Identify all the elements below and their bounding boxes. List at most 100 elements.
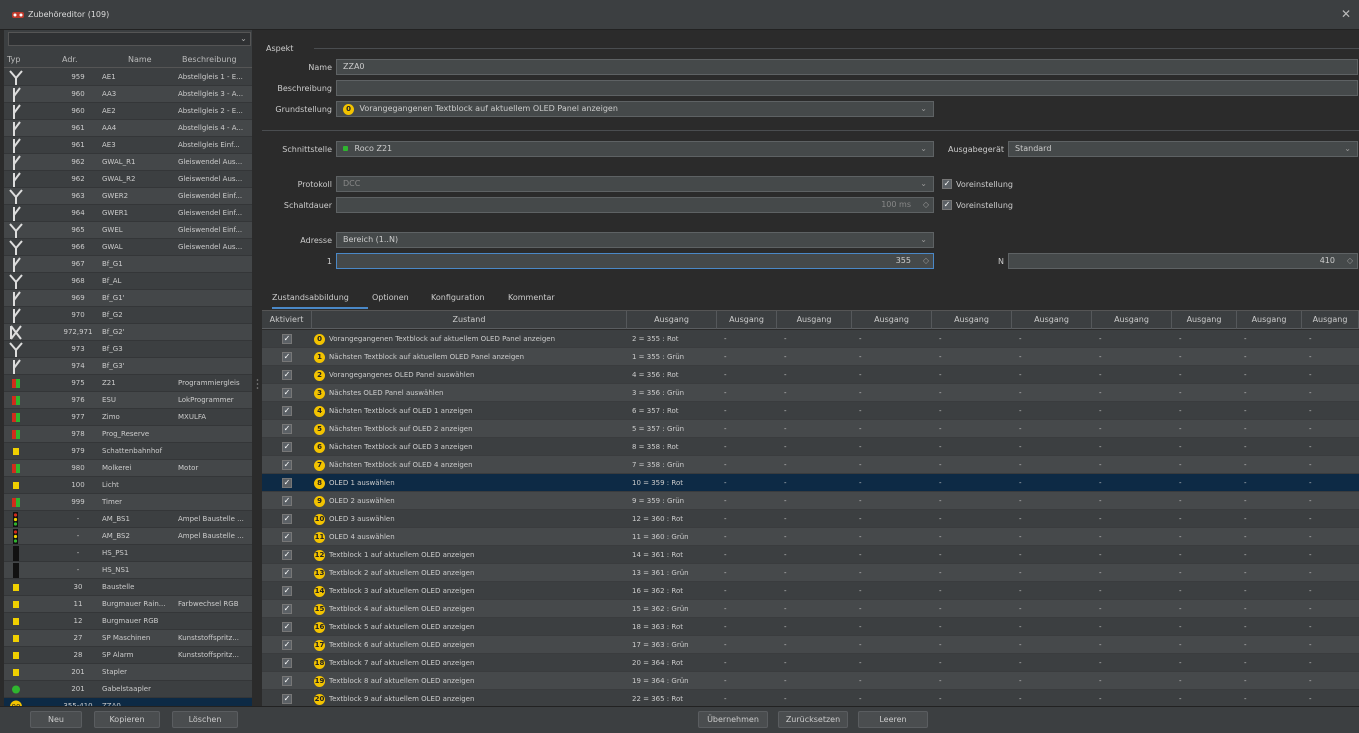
output-cell[interactable]: - xyxy=(1309,546,1358,564)
clear-button[interactable]: Leeren xyxy=(858,711,928,728)
output-cell[interactable]: - xyxy=(1179,618,1236,636)
output-cell[interactable]: - xyxy=(1179,438,1236,456)
output-cell[interactable]: - xyxy=(724,690,776,706)
output-cell[interactable]: - xyxy=(1244,348,1301,366)
output-cell[interactable]: - xyxy=(1099,348,1171,366)
output-cell[interactable]: - xyxy=(939,582,1011,600)
activated-checkbox[interactable]: ✓ xyxy=(282,694,292,704)
output-cell[interactable]: - xyxy=(1244,582,1301,600)
accessory-row[interactable]: 979 Schattenbahnhof xyxy=(4,443,252,460)
output-cell[interactable]: - xyxy=(1019,456,1091,474)
output-cell[interactable]: - xyxy=(1019,564,1091,582)
output-cell[interactable]: - xyxy=(724,420,776,438)
output-cell[interactable]: - xyxy=(1099,600,1171,618)
output-cell[interactable]: 10 = 359 : Rot xyxy=(632,474,717,492)
output-cell[interactable]: - xyxy=(1179,528,1236,546)
output-cell[interactable]: - xyxy=(939,636,1011,654)
accessory-row[interactable]: 12 Burgmauer RGB xyxy=(4,613,252,630)
output-cell[interactable]: - xyxy=(1099,618,1171,636)
output-cell[interactable]: - xyxy=(784,654,851,672)
accessory-row[interactable]: 28 SP Alarm Kunststoffspritz... xyxy=(4,647,252,664)
output-cell[interactable]: - xyxy=(1244,420,1301,438)
output-cell[interactable]: - xyxy=(1179,564,1236,582)
output-cell[interactable]: - xyxy=(784,600,851,618)
table-row[interactable]: ✓ 5 Nächsten Textblock auf OLED 2 anzeigen… xyxy=(262,420,1359,438)
table-row[interactable]: ✓ 12 Textblock 1 auf aktuellem OLED anzeig… xyxy=(262,546,1359,564)
output-cell[interactable]: - xyxy=(939,654,1011,672)
output-cell[interactable]: - xyxy=(1309,690,1358,706)
output-cell[interactable]: - xyxy=(1309,330,1358,348)
output-cell[interactable]: - xyxy=(1019,690,1091,706)
spinner-icon[interactable]: ◇ xyxy=(1347,254,1353,268)
output-cell[interactable]: - xyxy=(859,420,931,438)
output-cell[interactable]: 3 = 356 : Grün xyxy=(632,384,717,402)
output-cell[interactable]: - xyxy=(859,600,931,618)
output-cell[interactable]: - xyxy=(724,672,776,690)
activated-checkbox[interactable]: ✓ xyxy=(282,442,292,452)
table-row[interactable]: ✓ 4 Nächsten Textblock auf OLED 1 anzeigen… xyxy=(262,402,1359,420)
output-cell[interactable]: - xyxy=(724,366,776,384)
activated-checkbox[interactable]: ✓ xyxy=(282,550,292,560)
activated-checkbox[interactable]: ✓ xyxy=(282,514,292,524)
output-cell[interactable]: - xyxy=(859,402,931,420)
output-cell[interactable]: - xyxy=(1019,420,1091,438)
table-row[interactable]: ✓ 13 Textblock 2 auf aktuellem OLED anzeig… xyxy=(262,564,1359,582)
output-cell[interactable]: - xyxy=(1019,546,1091,564)
table-row[interactable]: ✓ 18 Textblock 7 auf aktuellem OLED anzeig… xyxy=(262,654,1359,672)
accessory-row[interactable]: 960 AE2 Abstellgleis 2 - E... xyxy=(4,103,252,120)
activated-checkbox[interactable]: ✓ xyxy=(282,604,292,614)
output-cell[interactable]: - xyxy=(1309,654,1358,672)
table-row[interactable]: ✓ 6 Nächsten Textblock auf OLED 3 anzeigen… xyxy=(262,438,1359,456)
output-cell[interactable]: - xyxy=(859,492,931,510)
accessory-row[interactable]: - AM_BS1 Ampel Baustelle ... xyxy=(4,511,252,528)
output-cell[interactable]: 16 = 362 : Rot xyxy=(632,582,717,600)
output-cell[interactable]: - xyxy=(859,528,931,546)
output-cell[interactable]: - xyxy=(1099,510,1171,528)
table-row[interactable]: ✓ 20 Textblock 9 auf aktuellem OLED anzeig… xyxy=(262,690,1359,706)
output-cell[interactable]: - xyxy=(724,564,776,582)
output-cell[interactable]: - xyxy=(859,330,931,348)
output-cell[interactable]: - xyxy=(1244,492,1301,510)
output-cell[interactable]: - xyxy=(1179,690,1236,706)
output-cell[interactable]: - xyxy=(784,456,851,474)
output-cell[interactable]: - xyxy=(1179,654,1236,672)
output-cell[interactable]: 4 = 356 : Rot xyxy=(632,366,717,384)
accessory-row[interactable]: 100 Licht xyxy=(4,477,252,494)
table-row[interactable]: ✓ 2 Vorangegangenes OLED Panel auswählen 4 … xyxy=(262,366,1359,384)
accessory-row[interactable]: 966 GWAL Gleiswendel Aus... xyxy=(4,239,252,256)
output-cell[interactable]: - xyxy=(1099,654,1171,672)
col-output[interactable]: Ausgang xyxy=(777,311,852,329)
reset-button[interactable]: Zurücksetzen xyxy=(778,711,848,728)
output-cell[interactable]: - xyxy=(1179,384,1236,402)
col-state[interactable]: Zustand xyxy=(312,311,627,329)
output-cell[interactable]: 5 = 357 : Grün xyxy=(632,420,717,438)
activated-checkbox[interactable]: ✓ xyxy=(282,676,292,686)
output-cell[interactable]: - xyxy=(939,456,1011,474)
output-cell[interactable]: - xyxy=(1019,438,1091,456)
accessory-row[interactable]: 963 GWER2 Gleiswendel Einf... xyxy=(4,188,252,205)
output-cell[interactable]: - xyxy=(1019,474,1091,492)
output-cell[interactable]: - xyxy=(1244,330,1301,348)
output-cell[interactable]: - xyxy=(724,330,776,348)
output-cell[interactable]: 17 = 363 : Grün xyxy=(632,636,717,654)
col-adr[interactable]: Adr. xyxy=(62,55,78,64)
output-cell[interactable]: - xyxy=(1019,384,1091,402)
accessory-row[interactable]: 967 Bf_G1 xyxy=(4,256,252,273)
address-mode-dropdown[interactable]: Bereich (1..N) ⌄ xyxy=(336,232,934,248)
table-row[interactable]: ✓ 11 OLED 4 auswählen 11 = 360 : Grün - - - - - -… xyxy=(262,528,1359,546)
activated-checkbox[interactable]: ✓ xyxy=(282,334,292,344)
output-cell[interactable]: - xyxy=(939,384,1011,402)
activated-checkbox[interactable]: ✓ xyxy=(282,568,292,578)
output-cell[interactable]: - xyxy=(1179,366,1236,384)
output-cell[interactable]: - xyxy=(1179,420,1236,438)
output-cell[interactable]: - xyxy=(784,618,851,636)
output-cell[interactable]: - xyxy=(1244,600,1301,618)
output-cell[interactable]: - xyxy=(1309,600,1358,618)
col-output[interactable]: Ausgang xyxy=(932,311,1012,329)
tab-configuration[interactable]: Konfiguration xyxy=(431,293,485,302)
output-cell[interactable]: - xyxy=(1179,636,1236,654)
accessory-row[interactable]: 973 Bf_G3 xyxy=(4,341,252,358)
activated-checkbox[interactable]: ✓ xyxy=(282,532,292,542)
output-cell[interactable]: 22 = 365 : Rot xyxy=(632,690,717,706)
output-cell[interactable]: - xyxy=(1309,366,1358,384)
